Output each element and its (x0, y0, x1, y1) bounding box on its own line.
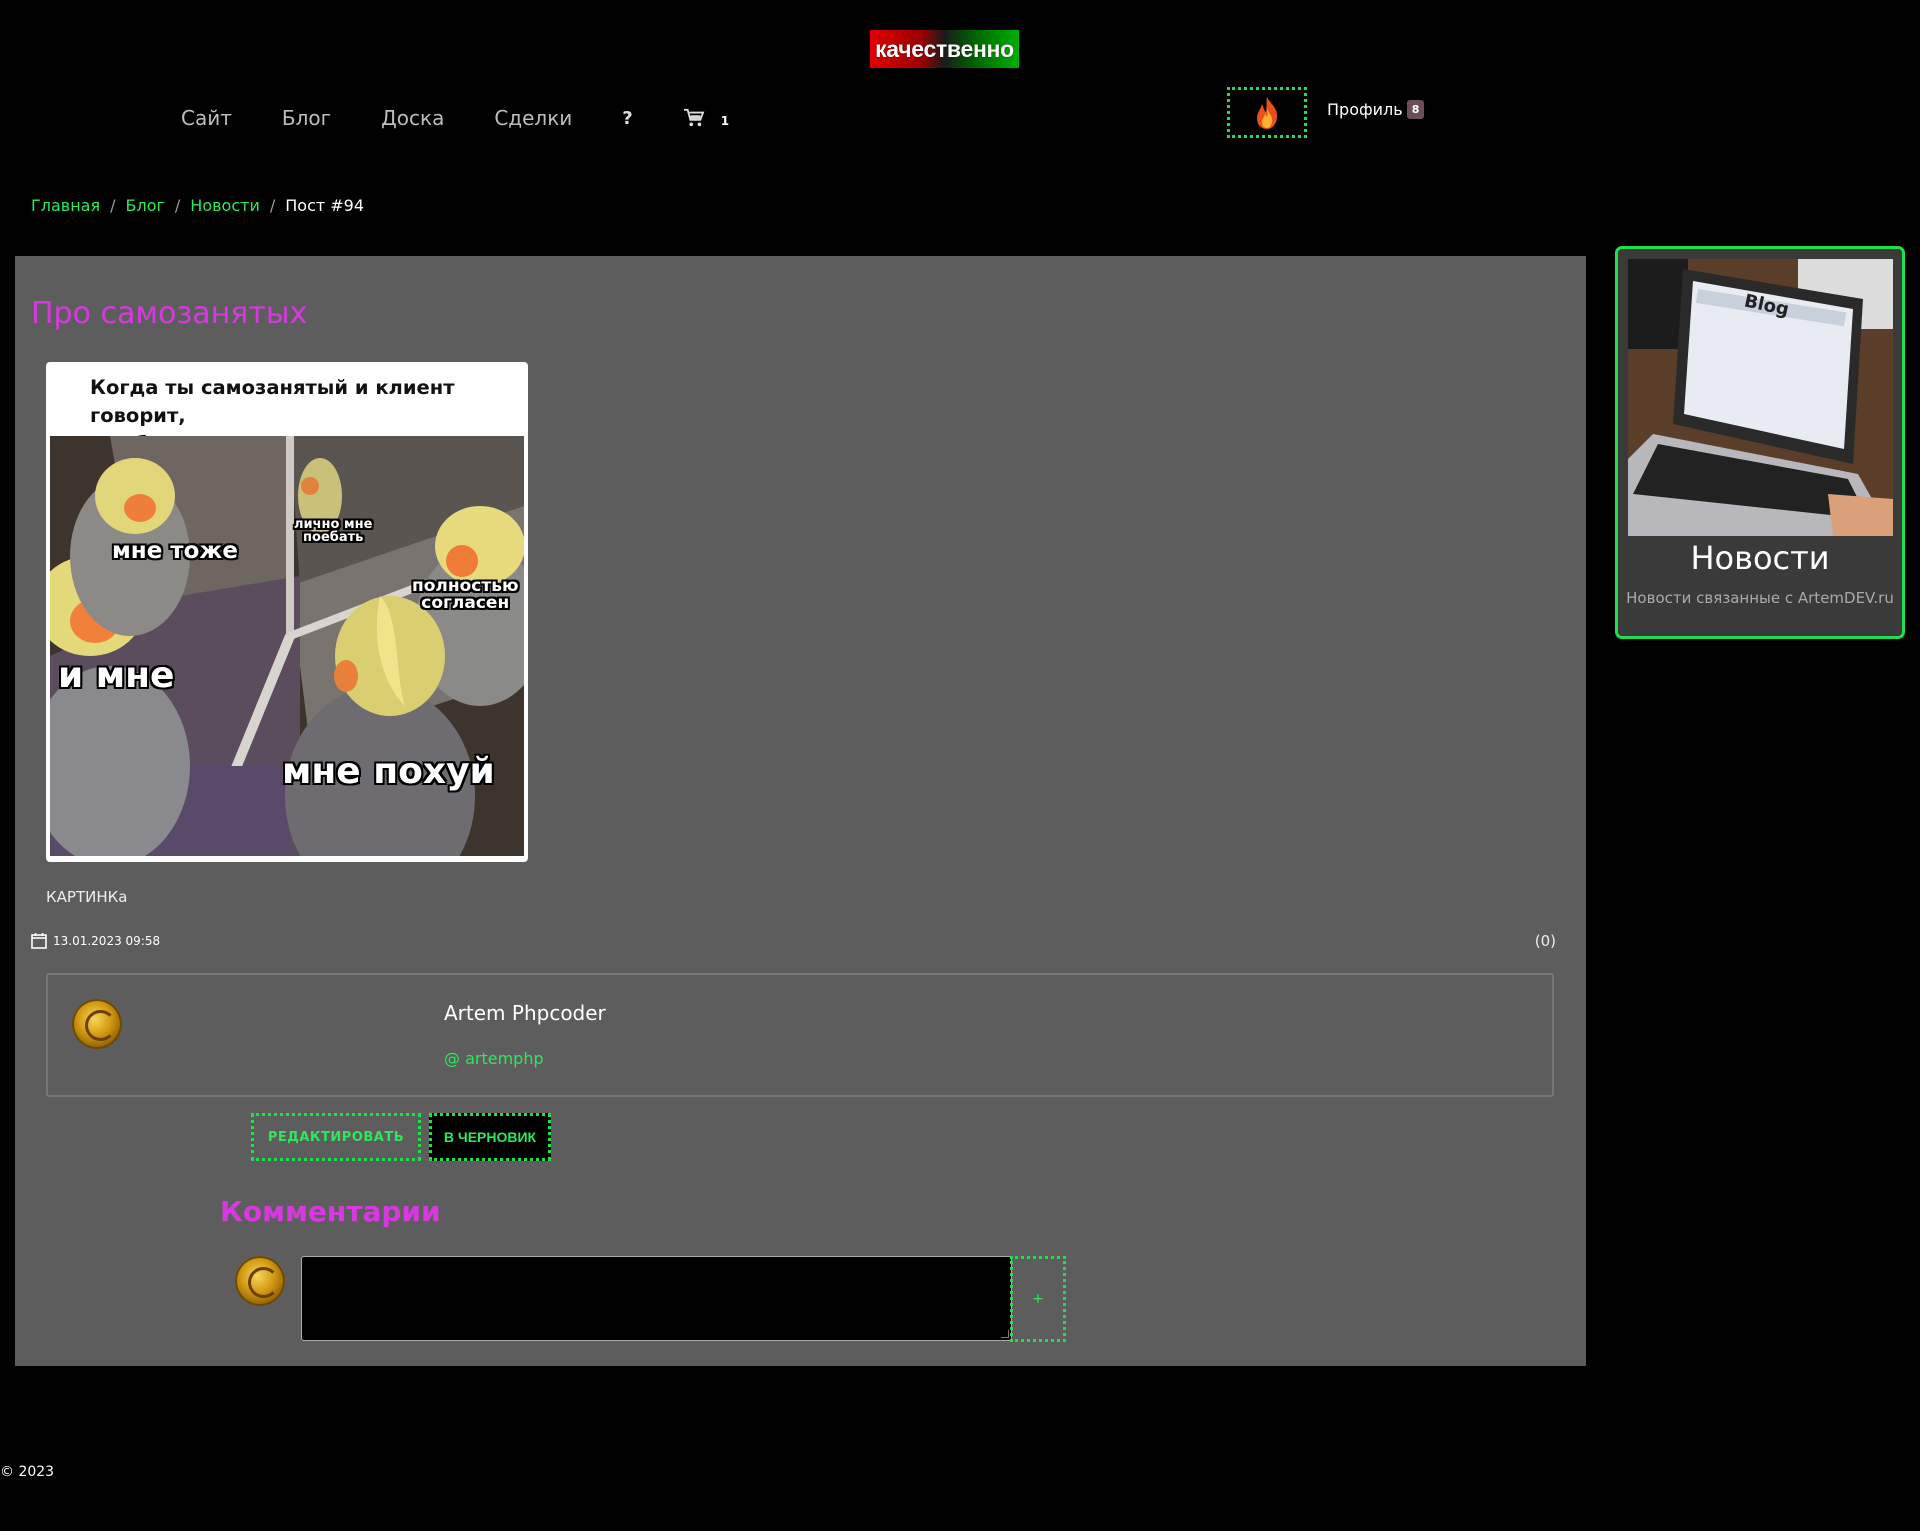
author-handle[interactable]: @ artemphp (444, 1049, 544, 1068)
breadcrumb: Главная / Блог / Новости / Пост #94 (31, 196, 364, 215)
nav-item-site[interactable]: Сайт (181, 106, 232, 130)
meme-photo: мне тоже лично мне поебать полностью сог… (50, 436, 524, 856)
post-panel: Про самозанятых Когда ты самозанятый и к… (15, 256, 1586, 1366)
calendar-icon (31, 933, 47, 949)
author-avatar[interactable] (72, 999, 122, 1049)
breadcrumb-separator: / (110, 196, 116, 215)
meme-label-me-too: мне тоже (112, 538, 238, 564)
footer-copyright: © 2023 (0, 1464, 55, 1480)
post-date: 13.01.2023 09:58 (31, 932, 160, 949)
top-navigation: Сайт Блог Доска Сделки ? 1 (181, 106, 729, 130)
site-logo[interactable]: качественно (870, 30, 1019, 68)
notification-badge: 8 (1406, 100, 1425, 119)
news-card-title: Новости (1690, 539, 1830, 577)
profile-label: Профиль (1327, 100, 1403, 119)
add-comment-button[interactable]: + (1010, 1256, 1066, 1342)
post-date-text: 13.01.2023 09:58 (53, 933, 161, 948)
breadcrumb-blog[interactable]: Блог (126, 196, 165, 215)
image-description: КАРТИНКа (46, 888, 128, 906)
fire-icon (1257, 96, 1278, 129)
sidebar-news-card[interactable]: Blog Новости Новости связанные с ArtemDE… (1615, 246, 1905, 639)
meme-label-agree: полностью согласен (412, 578, 519, 612)
breadcrumb-news[interactable]: Новости (190, 196, 260, 215)
post-image[interactable]: Когда ты самозанятый и клиент говорит, ч… (46, 362, 528, 862)
nav-item-board[interactable]: Доска (381, 106, 444, 130)
breadcrumb-home[interactable]: Главная (31, 196, 100, 215)
comments-count: (0) (1534, 932, 1556, 950)
comments-title: Комментарии (220, 1195, 441, 1228)
meme-caption: Когда ты самозанятый и клиент говорит, ч… (50, 366, 524, 455)
edit-button[interactable]: РЕДАКТИРОВАТЬ (251, 1113, 421, 1161)
news-card-image: Blog (1628, 259, 1893, 536)
meme-label-line: согласен (421, 593, 510, 613)
news-card-description: Новости связанные с ArtemDEV.ru (1626, 589, 1894, 607)
post-title: Про самозанятых (31, 296, 308, 331)
move-to-draft-button[interactable]: В ЧЕРНОВИК (429, 1113, 551, 1161)
meme-caption-line: Когда ты самозанятый и клиент говорит, (90, 376, 455, 427)
cockatiel-illustration (50, 436, 524, 856)
meme-label-line: поебать (303, 530, 364, 545)
author-name[interactable]: Artem Phpcoder (444, 1001, 606, 1025)
current-user-avatar (235, 1256, 285, 1306)
resize-grip-icon[interactable] (1001, 1330, 1009, 1338)
profile-link[interactable]: Профиль 8 (1327, 100, 1425, 119)
breadcrumb-separator: / (174, 196, 181, 215)
cart-icon (683, 108, 705, 127)
meme-label-dont-care: мне похуй (282, 751, 495, 792)
meme-label-personally: лично мне поебать (294, 518, 372, 544)
author-card: Artem Phpcoder @ artemphp (46, 973, 1554, 1097)
hot-button[interactable] (1227, 87, 1307, 138)
nav-item-blog[interactable]: Блог (282, 106, 331, 130)
cart-link[interactable]: 1 (683, 108, 729, 128)
comment-input[interactable] (301, 1256, 1012, 1341)
meme-label-and-me: и мне (58, 655, 175, 696)
help-link[interactable]: ? (622, 108, 632, 129)
breadcrumb-current: Пост #94 (285, 196, 365, 215)
nav-item-deals[interactable]: Сделки (494, 106, 572, 130)
breadcrumb-separator: / (269, 196, 276, 215)
cart-count: 1 (720, 114, 730, 128)
